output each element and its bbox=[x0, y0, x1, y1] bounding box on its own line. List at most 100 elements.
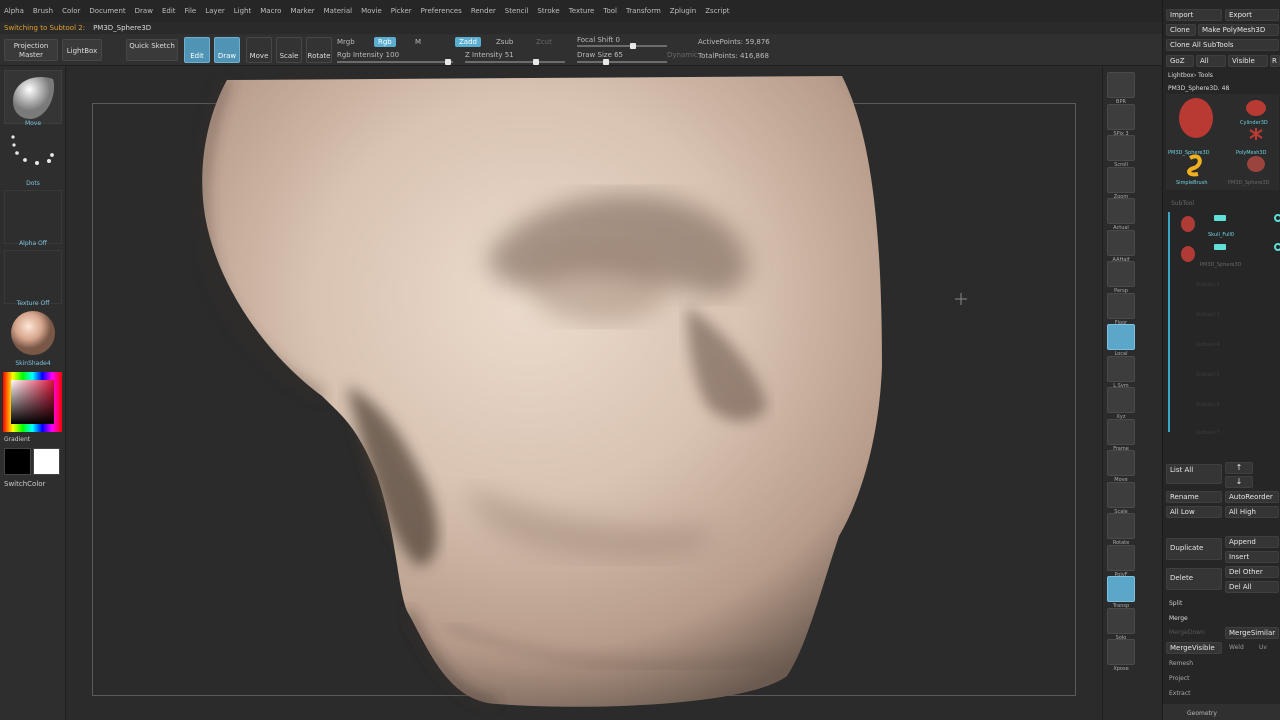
edit-mode-button[interactable]: Edit bbox=[184, 37, 210, 63]
subtool-header[interactable]: SubTool bbox=[1171, 200, 1194, 207]
draw-mode-button[interactable]: Draw bbox=[214, 37, 240, 63]
canvas-viewport[interactable] bbox=[67, 66, 1102, 720]
all-low-button[interactable]: All Low bbox=[1166, 506, 1222, 518]
remesh-button[interactable]: Remesh bbox=[1169, 660, 1193, 667]
rename-button[interactable]: Rename bbox=[1166, 491, 1222, 503]
visible-button[interactable]: Visible bbox=[1228, 55, 1268, 67]
empty-subtool-5[interactable]: Subtool 5 bbox=[1196, 372, 1220, 378]
view-move-icon[interactable] bbox=[1107, 450, 1135, 476]
append-button[interactable]: Append bbox=[1225, 536, 1279, 548]
clone-button[interactable]: Clone bbox=[1166, 24, 1196, 36]
view-polyf-icon[interactable] bbox=[1107, 544, 1135, 571]
subtool-visibility-1[interactable] bbox=[1214, 244, 1226, 250]
subtool-eye-1[interactable] bbox=[1274, 243, 1280, 251]
menu-item-macro[interactable]: Macro bbox=[260, 7, 281, 15]
view-frame-icon[interactable] bbox=[1107, 418, 1135, 445]
list-all-button[interactable]: List All bbox=[1166, 464, 1222, 484]
alpha-slot[interactable] bbox=[4, 190, 62, 244]
m-toggle[interactable]: M bbox=[415, 38, 421, 46]
dynamic-toggle[interactable]: Dynamic bbox=[667, 51, 698, 59]
insert-button[interactable]: Insert bbox=[1225, 551, 1279, 563]
menu-item-tool[interactable]: Tool bbox=[603, 7, 617, 15]
empty-subtool-3[interactable]: Subtool 3 bbox=[1196, 312, 1220, 318]
menu-item-texture[interactable]: Texture bbox=[569, 7, 595, 15]
view-local-icon[interactable] bbox=[1107, 324, 1135, 350]
geometry-header[interactable]: Geometry bbox=[1163, 704, 1280, 720]
texture-slot[interactable] bbox=[4, 250, 62, 304]
split-label[interactable]: Split bbox=[1169, 600, 1182, 607]
merge-similar-button[interactable]: MergeSimilar bbox=[1225, 627, 1279, 639]
menu-item-document[interactable]: Document bbox=[89, 7, 125, 15]
make-polymesh-button[interactable]: Make PolyMesh3D bbox=[1198, 24, 1279, 36]
view-bpr-icon[interactable] bbox=[1107, 72, 1135, 98]
menu-item-marker[interactable]: Marker bbox=[290, 7, 314, 15]
arrow-up-icon[interactable]: ↑ bbox=[1225, 462, 1253, 474]
view-l-sym-icon[interactable] bbox=[1107, 355, 1135, 382]
rgb-toggle[interactable]: Rgb bbox=[374, 37, 396, 47]
thumb-label-4[interactable]: PM3D_Sphere3D bbox=[1228, 180, 1270, 186]
quick-sketch-button[interactable]: Quick Sketch bbox=[126, 39, 178, 61]
view-scale-icon[interactable] bbox=[1107, 481, 1135, 508]
empty-subtool-2[interactable]: Subtool 2 bbox=[1196, 282, 1220, 288]
rotate-mode-button[interactable]: Rotate bbox=[306, 37, 332, 63]
menu-item-brush[interactable]: Brush bbox=[33, 7, 53, 15]
color-picker-field[interactable] bbox=[11, 380, 54, 424]
mrgb-toggle[interactable]: Mrgb bbox=[337, 38, 355, 46]
weld-toggle[interactable]: Weld bbox=[1229, 644, 1244, 651]
main-color-swatch[interactable] bbox=[4, 448, 31, 475]
goz-button[interactable]: GoZ bbox=[1166, 55, 1194, 67]
z-intensity-slider[interactable] bbox=[465, 59, 565, 65]
project-button[interactable]: Project bbox=[1169, 675, 1190, 682]
menu-item-light[interactable]: Light bbox=[234, 7, 251, 15]
import-button[interactable]: Import bbox=[1166, 9, 1222, 21]
view-rotate-icon[interactable] bbox=[1107, 513, 1135, 539]
menu-item-draw[interactable]: Draw bbox=[135, 7, 153, 15]
lightbox-tools-label[interactable]: Lightbox› Tools bbox=[1168, 72, 1213, 79]
merge-label[interactable]: Merge bbox=[1169, 615, 1188, 622]
draw-size-slider[interactable] bbox=[577, 59, 667, 65]
extract-button[interactable]: Extract bbox=[1169, 690, 1191, 697]
view-persp-icon[interactable] bbox=[1107, 261, 1135, 287]
move-mode-button[interactable]: Move bbox=[246, 37, 272, 63]
subtool-name-1[interactable]: PM3D_Sphere3D bbox=[1200, 262, 1242, 268]
thumb-label-3[interactable]: SimpleBrush bbox=[1176, 180, 1208, 186]
view-spix-3-icon[interactable] bbox=[1107, 103, 1135, 130]
view-xyz-icon[interactable] bbox=[1107, 387, 1135, 413]
delete-button[interactable]: Delete bbox=[1166, 568, 1222, 590]
subtool-visibility-0[interactable] bbox=[1214, 215, 1226, 221]
material-slot[interactable] bbox=[4, 310, 62, 360]
merge-visible-button[interactable]: MergeVisible bbox=[1166, 642, 1222, 654]
duplicate-button[interactable]: Duplicate bbox=[1166, 538, 1222, 560]
auto-reorder-button[interactable]: AutoReorder bbox=[1225, 491, 1279, 503]
menu-item-preferences[interactable]: Preferences bbox=[421, 7, 462, 15]
empty-subtool-7[interactable]: Subtool 7 bbox=[1196, 430, 1220, 436]
rgb-intensity-slider[interactable] bbox=[337, 59, 453, 65]
thumb-label-1[interactable]: Cylinder3D bbox=[1240, 120, 1268, 126]
view-xpose-icon[interactable] bbox=[1107, 639, 1135, 665]
all-button[interactable]: All bbox=[1196, 55, 1226, 67]
menu-item-material[interactable]: Material bbox=[324, 7, 352, 15]
menu-item-color[interactable]: Color bbox=[62, 7, 80, 15]
menu-item-alpha[interactable]: Alpha bbox=[4, 7, 24, 15]
menu-item-stroke[interactable]: Stroke bbox=[537, 7, 559, 15]
menu-item-edit[interactable]: Edit bbox=[162, 7, 176, 15]
menu-item-file[interactable]: File bbox=[185, 7, 197, 15]
zadd-toggle[interactable]: Zadd bbox=[455, 37, 481, 47]
all-high-button[interactable]: All High bbox=[1225, 506, 1279, 518]
uv-toggle[interactable]: Uv bbox=[1259, 644, 1267, 651]
zcut-toggle[interactable]: Zcut bbox=[536, 38, 552, 46]
view-zoom-icon[interactable] bbox=[1107, 166, 1135, 193]
thumb-label-2[interactable]: PolyMesh3D bbox=[1236, 150, 1266, 156]
zsub-toggle[interactable]: Zsub bbox=[496, 38, 513, 46]
view-solo-icon[interactable] bbox=[1107, 607, 1135, 634]
merge-down-button[interactable]: MergeDown bbox=[1169, 629, 1205, 636]
view-transp-icon[interactable] bbox=[1107, 576, 1135, 602]
lightbox-button[interactable]: LightBox bbox=[62, 39, 102, 61]
scale-mode-button[interactable]: Scale bbox=[276, 37, 302, 63]
view-scroll-icon[interactable] bbox=[1107, 135, 1135, 161]
switch-color-button[interactable]: SwitchColor bbox=[4, 480, 70, 488]
menu-item-zscript[interactable]: Zscript bbox=[705, 7, 729, 15]
arrow-down-icon[interactable]: ↓ bbox=[1225, 476, 1253, 488]
menu-item-layer[interactable]: Layer bbox=[205, 7, 225, 15]
subtool-name-0[interactable]: Skull_Full0 bbox=[1208, 232, 1234, 238]
